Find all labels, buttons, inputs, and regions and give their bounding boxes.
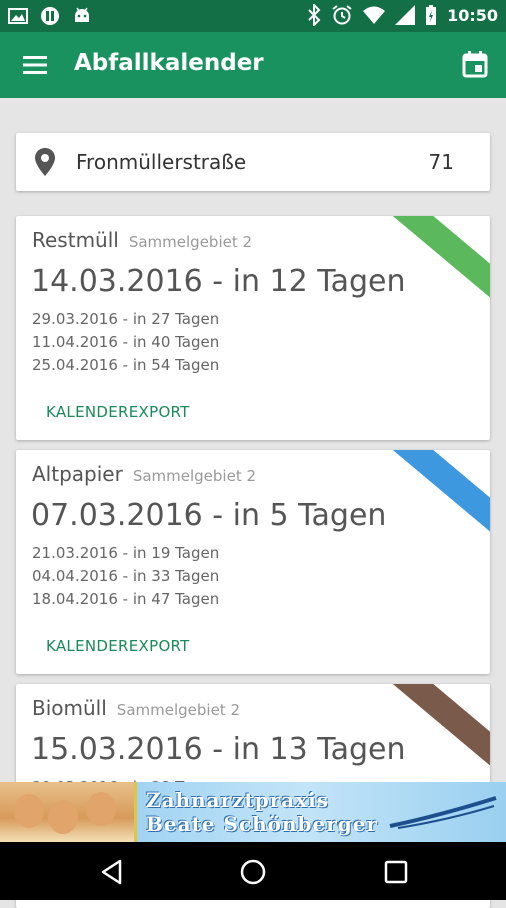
image-notification-icon <box>8 8 28 24</box>
ad-banner[interactable]: Zahnarztpraxis Beate Schönberger <box>0 782 506 842</box>
recents-icon[interactable] <box>382 858 410 886</box>
ad-text-line2: Beate Schönberger <box>146 812 379 836</box>
later-date: 21.03.2016 - in 19 Tagen <box>32 544 220 562</box>
android-notification-icon <box>75 7 89 22</box>
home-icon[interactable] <box>239 858 267 886</box>
wifi-icon <box>363 6 386 24</box>
later-date: 11.04.2016 - in 40 Tagen <box>32 333 220 351</box>
next-date: 14.03.2016 - in 12 Tagen <box>31 264 406 299</box>
alarm-icon <box>332 5 352 25</box>
address-card[interactable]: Fronmüllerstraße 71 <box>16 133 490 191</box>
house-number: 71 <box>428 150 454 174</box>
location-pin-icon <box>35 148 55 176</box>
waste-type: Restmüll <box>32 228 119 252</box>
menu-icon[interactable] <box>22 52 48 78</box>
calendar-export-button[interactable]: KALENDEREXPORT <box>46 637 190 655</box>
battery-icon <box>426 5 437 25</box>
later-dates: 29.03.2016 - in 27 Tagen 11.04.2016 - in… <box>32 308 219 377</box>
next-date: 07.03.2016 - in 5 Tagen <box>31 498 387 533</box>
bluetooth-icon <box>308 4 321 26</box>
app-bar: Abfallkalender <box>0 32 506 98</box>
later-dates: 21.03.2016 - in 19 Tagen 04.04.2016 - in… <box>32 542 219 611</box>
ad-swoosh-icon <box>389 796 497 829</box>
status-time: 10:50 <box>447 5 498 25</box>
collection-area: Sammelgebiet 2 <box>128 233 253 251</box>
later-date: 18.04.2016 - in 47 Tagen <box>32 590 220 608</box>
status-bar: 10:50 <box>0 0 506 32</box>
collection-area: Sammelgebiet 2 <box>116 701 240 719</box>
back-icon[interactable] <box>98 858 126 886</box>
next-date: 15.03.2016 - in 13 Tagen <box>31 732 406 767</box>
waste-type: Altpapier <box>32 462 123 486</box>
waste-type: Biomüll <box>32 696 107 720</box>
calendar-icon[interactable] <box>462 50 488 78</box>
pause-notification-icon <box>41 7 59 25</box>
later-date: 25.04.2016 - in 54 Tagen <box>32 356 220 374</box>
color-ribbon <box>388 450 490 536</box>
signal-icon <box>395 5 416 25</box>
calendar-export-button[interactable]: KALENDEREXPORT <box>46 403 190 421</box>
street-name: Fronmüllerstraße <box>76 150 247 174</box>
waste-card-restmuell: Restmüll Sammelgebiet 2 14.03.2016 - in 1… <box>16 216 490 440</box>
navigation-bar <box>0 842 506 900</box>
later-date: 29.03.2016 - in 27 Tagen <box>32 310 220 328</box>
ad-text-line1: Zahnarztpraxis <box>146 788 329 812</box>
later-date: 04.04.2016 - in 33 Tagen <box>32 567 220 585</box>
waste-card-altpapier: Altpapier Sammelgebiet 2 07.03.2016 - in … <box>16 450 490 674</box>
ad-photo <box>0 782 137 842</box>
page-title: Abfallkalender <box>74 50 264 76</box>
collection-area: Sammelgebiet 2 <box>132 467 257 485</box>
